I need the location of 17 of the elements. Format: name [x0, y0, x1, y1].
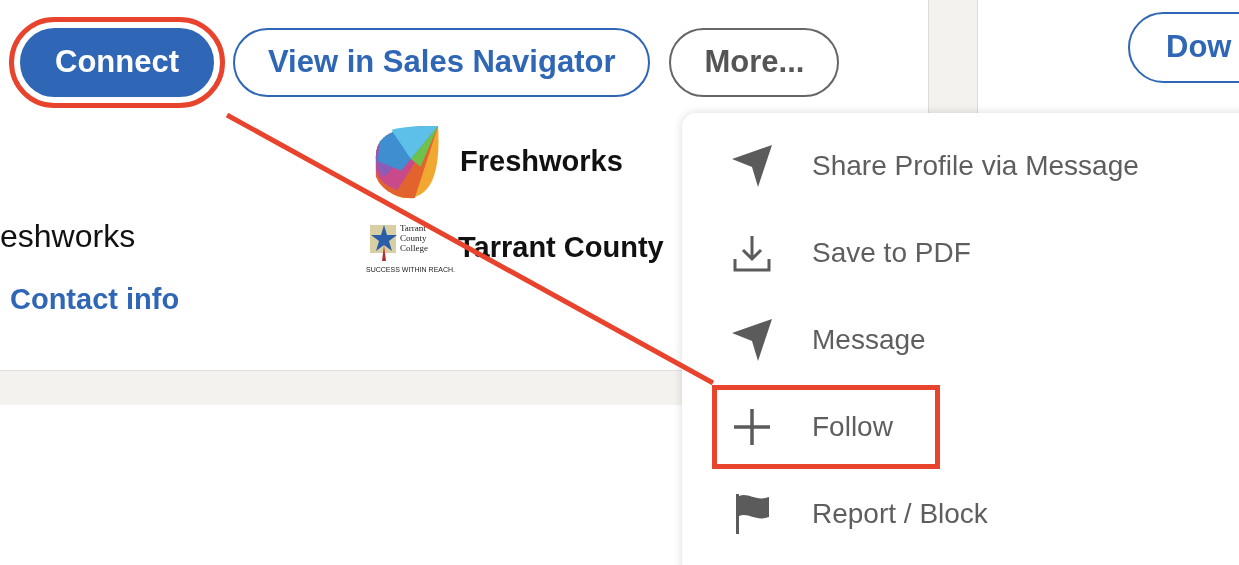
star-icon: [370, 222, 398, 263]
headline-text: eshworks: [0, 217, 137, 256]
logo-text: Tarrant County College: [400, 222, 429, 253]
action-button[interactable]: More...: [669, 28, 840, 97]
menu-item[interactable]: Share Profile via Message: [717, 129, 1181, 203]
company-name: Freshworks: [460, 144, 623, 180]
action-button[interactable]: View in Sales Navigator: [233, 28, 651, 97]
flower-logo-icon: [375, 126, 439, 199]
flag-icon: [733, 492, 771, 536]
side-button[interactable]: Dow: [1128, 12, 1239, 83]
plus-icon: [732, 407, 772, 447]
menu-item[interactable]: Save to PDF: [717, 216, 1013, 290]
contact-info-link[interactable]: Contact info: [10, 278, 372, 322]
download-icon: [732, 233, 772, 273]
menu-item[interactable]: Report / Block: [717, 477, 1030, 551]
menu-item[interactable]: Follow: [717, 390, 935, 464]
menu-item[interactable]: Message: [717, 303, 968, 377]
